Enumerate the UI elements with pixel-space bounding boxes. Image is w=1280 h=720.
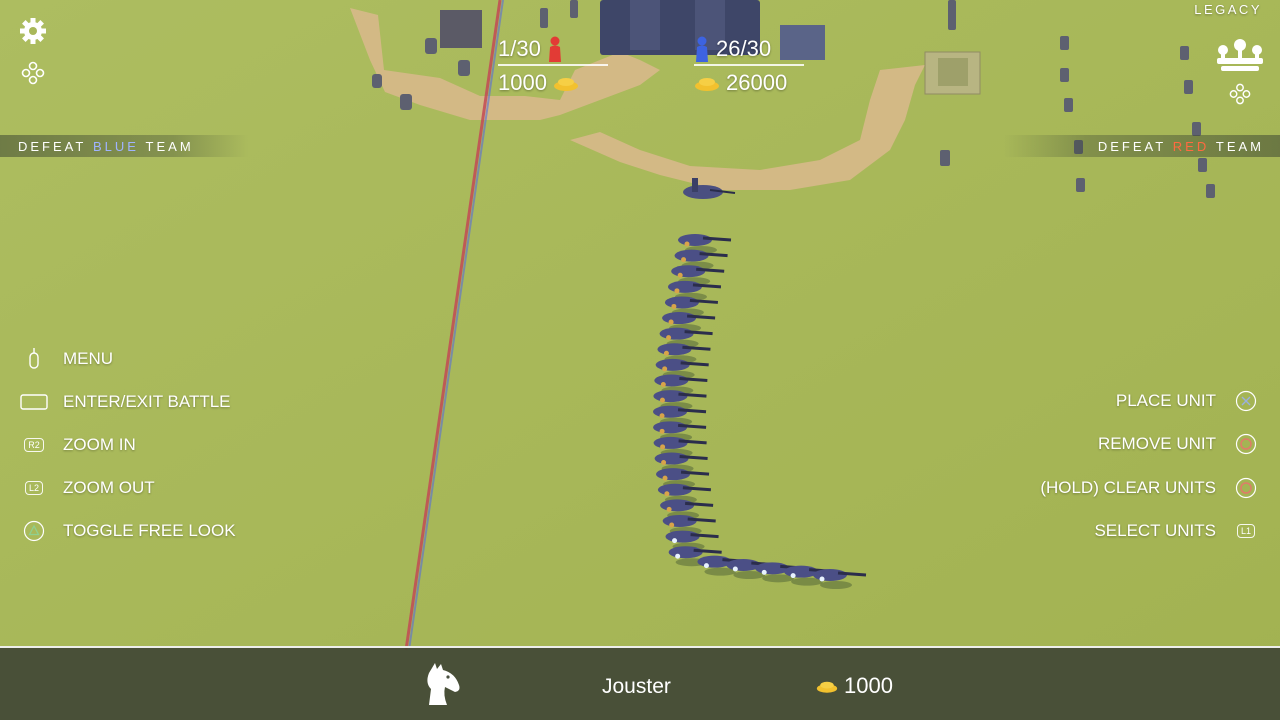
triangle-key-icon [20,520,48,542]
gold-pile-icon [695,78,719,91]
l2-key-icon: L2 [20,477,48,499]
control-hint-zoom-in: R2 ZOOM IN [20,434,136,456]
unit-cost-value: 1000 [844,673,893,698]
dpad-icon [21,61,45,85]
blue-unit-icon [696,36,708,62]
control-label: ZOOM IN [63,435,136,454]
objective-suffix: TEAM [145,138,194,154]
control-hint-toggle-free-look: TOGGLE FREE LOOK [20,520,236,542]
unit-cost: 1000 [816,673,893,699]
objective-team: BLUE [92,138,139,154]
control-hint-enter-exit-battle: ENTER/EXIT BATTLE [20,391,231,413]
control-hint-zoom-out: L2 ZOOM OUT [20,477,155,499]
l1-key-icon: L1 [1232,520,1260,542]
control-hint-select-units: SELECT UNITS L1 [1094,520,1260,542]
dpad-icon [1229,83,1251,105]
control-label: (HOLD) CLEAR UNITS [1040,478,1216,497]
control-hint-place-unit: PLACE UNIT [1116,390,1260,412]
gold-pile-icon [553,78,578,91]
objective-team: RED [1172,138,1210,154]
objective-suffix: TEAM [1215,138,1264,154]
red-team-panel: 1/30 1000 [498,36,608,96]
objective-banner-left: DEFEAT BLUE TEAM [0,135,248,157]
circle-key-icon [1232,477,1260,499]
cross-key-icon [1232,390,1260,412]
unit-name: Jouster [602,675,671,698]
blue-gold-amount: 26000 [726,70,788,95]
circle-key-icon [1232,433,1260,455]
r2-key-icon: R2 [20,434,48,456]
red-unit-icon [548,36,561,62]
control-hint-remove-unit: REMOVE UNIT [1098,433,1260,455]
control-label: ZOOM OUT [63,478,155,497]
objective-prefix: DEFEAT [18,138,87,154]
blue-unit-count: 26/30 [716,36,772,61]
control-hint-clear-units: (HOLD) CLEAR UNITS [1040,477,1260,499]
objective-banner-right: DEFEAT RED TEAM [1004,135,1280,157]
blue-team-panel: 26/30 26000 [694,36,804,96]
unit-selection-bar: Jouster 1000 [0,646,1280,720]
unit-card-jouster[interactable] [408,656,472,712]
control-hint-menu: MENU [20,348,113,370]
control-label: MENU [63,349,114,368]
red-unit-count: 1/30 [498,36,541,61]
gamepad-button[interactable] [20,60,46,86]
control-label: REMOVE UNIT [1097,434,1216,453]
faction-button[interactable] [1212,34,1268,78]
red-gold-amount: 1000 [498,70,547,95]
touchpad-key-icon [20,391,48,413]
horse-head-icon [427,663,460,705]
menu-key-icon [20,348,48,370]
settings-button[interactable] [16,14,50,48]
control-label: TOGGLE FREE LOOK [63,521,236,540]
control-label: PLACE UNIT [1115,391,1216,410]
control-label: SELECT UNITS [1094,521,1216,540]
gamepad-button-right[interactable] [1228,82,1252,106]
gold-pile-icon [816,681,838,693]
legacy-faction-icon [1217,39,1263,71]
legacy-label: LEGACY [1194,2,1262,17]
control-label: ENTER/EXIT BATTLE [63,392,231,411]
battlefield[interactable] [0,0,1280,720]
gear-icon [20,18,46,44]
objective-prefix: DEFEAT [1097,138,1167,154]
